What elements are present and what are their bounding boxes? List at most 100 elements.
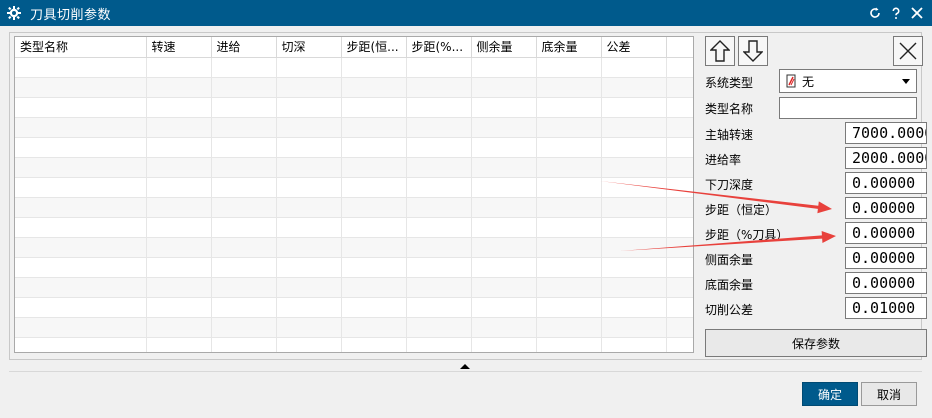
- table-cell[interactable]: [341, 157, 407, 178]
- table-cell[interactable]: [406, 277, 472, 298]
- table-cell[interactable]: [211, 57, 277, 78]
- table-cell[interactable]: [146, 157, 212, 178]
- table-cell[interactable]: [211, 237, 277, 258]
- table-cell[interactable]: [15, 177, 147, 198]
- table-cell[interactable]: [666, 97, 693, 118]
- bottom-stock-input[interactable]: 0.00000: [845, 272, 927, 294]
- table-cell[interactable]: [146, 97, 212, 118]
- table-cell[interactable]: [601, 297, 667, 318]
- column-header[interactable]: 步距(%...: [406, 37, 472, 58]
- table-cell[interactable]: [276, 117, 342, 138]
- table-cell[interactable]: [211, 317, 277, 338]
- table-cell[interactable]: [601, 217, 667, 238]
- table-cell[interactable]: [536, 97, 602, 118]
- table-cell[interactable]: [666, 297, 693, 318]
- table-cell[interactable]: [601, 157, 667, 178]
- table-row[interactable]: [15, 277, 693, 298]
- table-cell[interactable]: [341, 97, 407, 118]
- table-cell[interactable]: [146, 297, 212, 318]
- column-header[interactable]: 切深: [276, 37, 342, 58]
- table-cell[interactable]: [601, 257, 667, 278]
- table-cell[interactable]: [601, 117, 667, 138]
- table-cell[interactable]: [276, 97, 342, 118]
- table-cell[interactable]: [601, 57, 667, 78]
- table-cell[interactable]: [666, 177, 693, 198]
- column-header[interactable]: 底余量: [536, 37, 602, 58]
- table-cell[interactable]: [15, 197, 147, 218]
- table-cell[interactable]: [276, 137, 342, 158]
- reset-icon[interactable]: [866, 4, 884, 22]
- table-cell[interactable]: [276, 277, 342, 298]
- table-row[interactable]: [15, 177, 693, 198]
- table-cell[interactable]: [15, 157, 147, 178]
- table-cell[interactable]: [601, 277, 667, 298]
- table-cell[interactable]: [471, 277, 537, 298]
- table-cell[interactable]: [406, 217, 472, 238]
- table-cell[interactable]: [536, 237, 602, 258]
- table-cell[interactable]: [666, 197, 693, 218]
- table-row[interactable]: [15, 297, 693, 318]
- table-cell[interactable]: [341, 117, 407, 138]
- table-cell[interactable]: [15, 137, 147, 158]
- table-cell[interactable]: [406, 137, 472, 158]
- table-cell[interactable]: [406, 177, 472, 198]
- step-constant-input[interactable]: 0.00000: [845, 197, 927, 219]
- table-cell[interactable]: [601, 177, 667, 198]
- spindle-speed-input[interactable]: 7000.0000: [845, 122, 927, 144]
- table-cell[interactable]: [536, 197, 602, 218]
- table-cell[interactable]: [471, 197, 537, 218]
- table-cell[interactable]: [666, 277, 693, 298]
- tolerance-input[interactable]: 0.01000: [845, 297, 927, 319]
- table-cell[interactable]: [211, 257, 277, 278]
- table-cell[interactable]: [276, 217, 342, 238]
- table-cell[interactable]: [471, 317, 537, 338]
- table-cell[interactable]: [601, 97, 667, 118]
- table-cell[interactable]: [406, 197, 472, 218]
- table-cell[interactable]: [601, 317, 667, 338]
- save-parameters-button[interactable]: 保存参数: [705, 329, 927, 357]
- table-row[interactable]: [15, 237, 693, 258]
- table-cell[interactable]: [601, 237, 667, 258]
- table-cell[interactable]: [666, 117, 693, 138]
- table-cell[interactable]: [601, 137, 667, 158]
- column-header[interactable]: 进给: [211, 37, 277, 58]
- table-cell[interactable]: [536, 157, 602, 178]
- table-cell[interactable]: [666, 157, 693, 178]
- table-cell[interactable]: [406, 117, 472, 138]
- table-cell[interactable]: [146, 337, 212, 352]
- table-cell[interactable]: [146, 217, 212, 238]
- table-cell[interactable]: [536, 117, 602, 138]
- table-cell[interactable]: [666, 137, 693, 158]
- table-cell[interactable]: [276, 317, 342, 338]
- table-cell[interactable]: [341, 217, 407, 238]
- table-cell[interactable]: [211, 297, 277, 318]
- table-cell[interactable]: [15, 257, 147, 278]
- table-cell[interactable]: [211, 337, 277, 352]
- table-cell[interactable]: [341, 297, 407, 318]
- table-row[interactable]: [15, 117, 693, 138]
- table-cell[interactable]: [471, 117, 537, 138]
- table-cell[interactable]: [341, 317, 407, 338]
- table-cell[interactable]: [15, 317, 147, 338]
- table-cell[interactable]: [471, 337, 537, 352]
- collapse-arrow-icon[interactable]: [460, 364, 470, 369]
- column-header[interactable]: 转速: [146, 37, 212, 58]
- table-cell[interactable]: [211, 117, 277, 138]
- table-cell[interactable]: [15, 217, 147, 238]
- table-cell[interactable]: [276, 77, 342, 98]
- system-type-select[interactable]: 无: [779, 69, 917, 93]
- table-cell[interactable]: [536, 257, 602, 278]
- table-cell[interactable]: [471, 97, 537, 118]
- help-icon[interactable]: [887, 4, 905, 22]
- table-cell[interactable]: [146, 197, 212, 218]
- table-cell[interactable]: [146, 257, 212, 278]
- table-cell[interactable]: [536, 337, 602, 352]
- table-cell[interactable]: [471, 137, 537, 158]
- cut-depth-input[interactable]: 0.00000: [845, 172, 927, 194]
- table-cell[interactable]: [536, 297, 602, 318]
- table-cell[interactable]: [406, 337, 472, 352]
- table-cell[interactable]: [341, 177, 407, 198]
- table-cell[interactable]: [601, 337, 667, 352]
- column-header[interactable]: 公差: [601, 37, 667, 58]
- table-cell[interactable]: [146, 277, 212, 298]
